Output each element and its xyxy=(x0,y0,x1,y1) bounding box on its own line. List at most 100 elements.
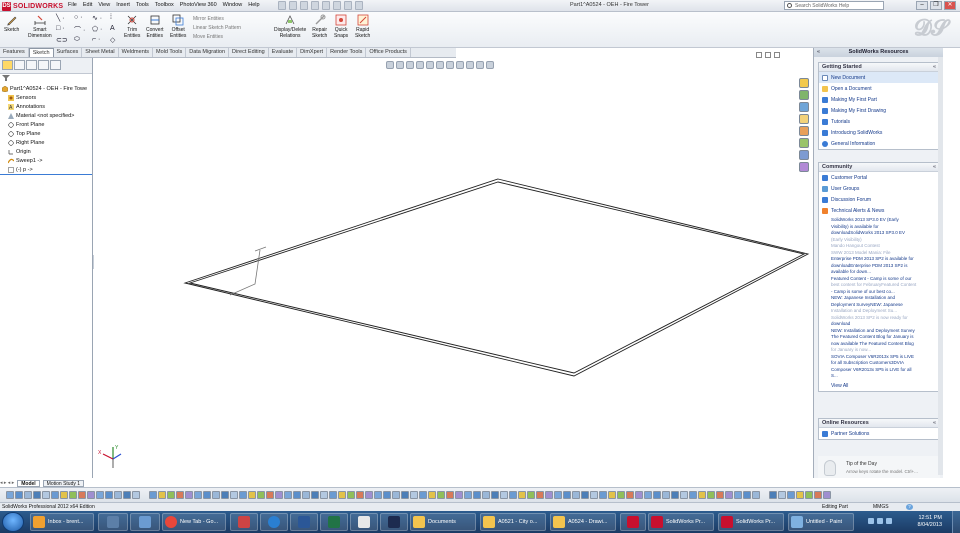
tab-surfaces[interactable]: Surfaces xyxy=(54,48,83,57)
dimxpert-tab-icon[interactable] xyxy=(38,60,49,70)
toolbar-tool-icon[interactable] xyxy=(545,491,553,499)
toolbar-tool-icon[interactable] xyxy=(464,491,472,499)
filter-icon[interactable] xyxy=(2,75,10,81)
news-line[interactable]: Visibility) is available for xyxy=(831,224,936,230)
news-line[interactable]: now available The Featured Content Blog xyxy=(831,341,936,347)
collapse-icon[interactable]: « xyxy=(933,63,936,72)
toolbar-tool-icon[interactable] xyxy=(230,491,238,499)
display-delete-relations-button[interactable]: Display/Delete Relations xyxy=(274,14,306,39)
toolbar-tool-icon[interactable] xyxy=(176,491,184,499)
news-line[interactable]: Mando Hangout Contest xyxy=(831,243,936,249)
news-line[interactable]: for all Subscription Customers3DVIA xyxy=(831,360,936,366)
toolbar-tool-icon[interactable] xyxy=(158,491,166,499)
general-information-link[interactable]: General Information xyxy=(819,138,939,149)
toolbar-tool-icon[interactable] xyxy=(69,491,77,499)
toolbar-tool-icon[interactable] xyxy=(563,491,571,499)
community-header[interactable]: Community « xyxy=(819,163,939,172)
toolbar-tool-icon[interactable] xyxy=(42,491,50,499)
taskbar-app-2[interactable] xyxy=(130,513,160,531)
toolbar-tool-icon[interactable] xyxy=(689,491,697,499)
clock[interactable]: 12:51 PM 8/04/2013 xyxy=(918,515,942,529)
customer-portal-link[interactable]: Customer Portal xyxy=(819,172,939,183)
toolbar-tool-icon[interactable] xyxy=(78,491,86,499)
news-line[interactable]: - Camp is some of our best co... xyxy=(831,289,936,295)
tab-office-products[interactable]: Office Products xyxy=(366,48,411,57)
model-viewport[interactable]: Y X xyxy=(94,58,812,483)
quick-snaps-button[interactable]: Quick Snaps xyxy=(334,14,348,39)
news-line[interactable]: download xyxy=(831,321,936,327)
tree-item-annotations[interactable]: A Annotations xyxy=(2,102,92,111)
toolbar-tool-icon[interactable] xyxy=(266,491,274,499)
viewport-close-icon[interactable] xyxy=(774,52,780,58)
toolbar-tool-icon[interactable] xyxy=(257,491,265,499)
viewport-minimize-icon[interactable] xyxy=(756,52,762,58)
undo-icon[interactable] xyxy=(322,1,330,10)
design-library-tab-icon[interactable] xyxy=(799,90,809,100)
file-explorer-tab-icon[interactable] xyxy=(799,102,809,112)
taskbar-solidworks-1[interactable]: SolidWorks Pr... xyxy=(648,513,714,531)
start-button-icon[interactable] xyxy=(2,512,24,532)
toolbar-tool-icon[interactable] xyxy=(392,491,400,499)
toolbar-tool-icon[interactable] xyxy=(734,491,742,499)
graphics-area[interactable]: Y X xyxy=(94,58,812,483)
tutorials-link[interactable]: Tutorials xyxy=(819,116,939,127)
toolbar-tool-icon[interactable] xyxy=(823,491,831,499)
toolbar-tool-icon[interactable] xyxy=(653,491,661,499)
toolbar-tool-icon[interactable] xyxy=(805,491,813,499)
menu-edit[interactable]: Edit xyxy=(83,2,92,8)
toolbar-tool-icon[interactable] xyxy=(482,491,490,499)
taskbar-outlook[interactable]: Inbox - brent... xyxy=(30,513,94,531)
toolbar-tool-icon[interactable] xyxy=(437,491,445,499)
toolbar-tool-icon[interactable] xyxy=(491,491,499,499)
toolbar-tool-icon[interactable] xyxy=(707,491,715,499)
convert-entities-button[interactable]: Convert Entities xyxy=(146,14,164,39)
view-orientation-icon[interactable] xyxy=(426,61,434,69)
taskbar-solidworks-2[interactable]: SolidWorks Pr... xyxy=(718,513,784,531)
rebuild-icon[interactable] xyxy=(344,1,352,10)
new-document-icon[interactable] xyxy=(278,1,286,10)
toolbar-tool-icon[interactable] xyxy=(536,491,544,499)
toolbar-tool-icon[interactable] xyxy=(203,491,211,499)
sweep-outline[interactable] xyxy=(183,178,810,377)
toolbar-tool-icon[interactable] xyxy=(473,491,481,499)
toolbar-tool-icon[interactable] xyxy=(554,491,562,499)
toolbar-tool-icon[interactable] xyxy=(87,491,95,499)
edit-appearance-icon[interactable] xyxy=(456,61,464,69)
close-button[interactable]: ✕ xyxy=(944,1,956,10)
feature-tree-tab-icon[interactable] xyxy=(2,60,13,70)
tab-model[interactable]: Model xyxy=(17,479,40,487)
tree-item-sweep[interactable]: Sweep1 -> xyxy=(2,156,92,165)
polygon-icon[interactable]: ⬠ · xyxy=(92,25,110,33)
menu-help[interactable]: Help xyxy=(248,2,259,8)
toolbar-tool-icon[interactable] xyxy=(347,491,355,499)
toolbar-tool-icon[interactable] xyxy=(635,491,643,499)
spline-icon[interactable]: ∿ · xyxy=(92,14,110,22)
news-line[interactable]: downloadSolidWorks 2013 SP3.0 EV xyxy=(831,230,936,236)
toolbar-tool-icon[interactable] xyxy=(500,491,508,499)
toolbar-tool-icon[interactable] xyxy=(787,491,795,499)
toolbar-tool-icon[interactable] xyxy=(446,491,454,499)
fillet-icon[interactable]: ⌐ · xyxy=(92,36,110,44)
taskbar-app-1[interactable] xyxy=(98,513,128,531)
sketch-button[interactable]: Sketch xyxy=(4,14,19,33)
collapse-pane-icon[interactable]: « xyxy=(817,48,820,57)
getting-started-header[interactable]: Getting Started « xyxy=(819,63,939,72)
resources-scrollbar[interactable] xyxy=(938,57,943,475)
toolbar-tool-icon[interactable] xyxy=(671,491,679,499)
toolbar-tool-icon[interactable] xyxy=(509,491,517,499)
toolbar-tool-icon[interactable] xyxy=(374,491,382,499)
collapse-icon[interactable]: « xyxy=(933,163,936,172)
toolbar-tool-icon[interactable] xyxy=(590,491,598,499)
toolbar-tool-icon[interactable] xyxy=(608,491,616,499)
menu-toolbox[interactable]: Toolbox xyxy=(155,2,174,8)
search-tab-icon[interactable] xyxy=(799,114,809,124)
news-line[interactable]: S... xyxy=(831,373,936,379)
mirror-entities-option[interactable]: Mirror Entities xyxy=(193,15,241,24)
status-units[interactable]: MMGS xyxy=(873,503,889,511)
toolbar-tool-icon[interactable] xyxy=(239,491,247,499)
toolbar-tool-icon[interactable] xyxy=(662,491,670,499)
toolbar-tool-icon[interactable] xyxy=(15,491,23,499)
taskbar-folder-a0524[interactable]: A0524 - Drawi... xyxy=(550,513,616,531)
toolbar-tool-icon[interactable] xyxy=(248,491,256,499)
line-icon[interactable]: ╲ · xyxy=(56,14,74,22)
